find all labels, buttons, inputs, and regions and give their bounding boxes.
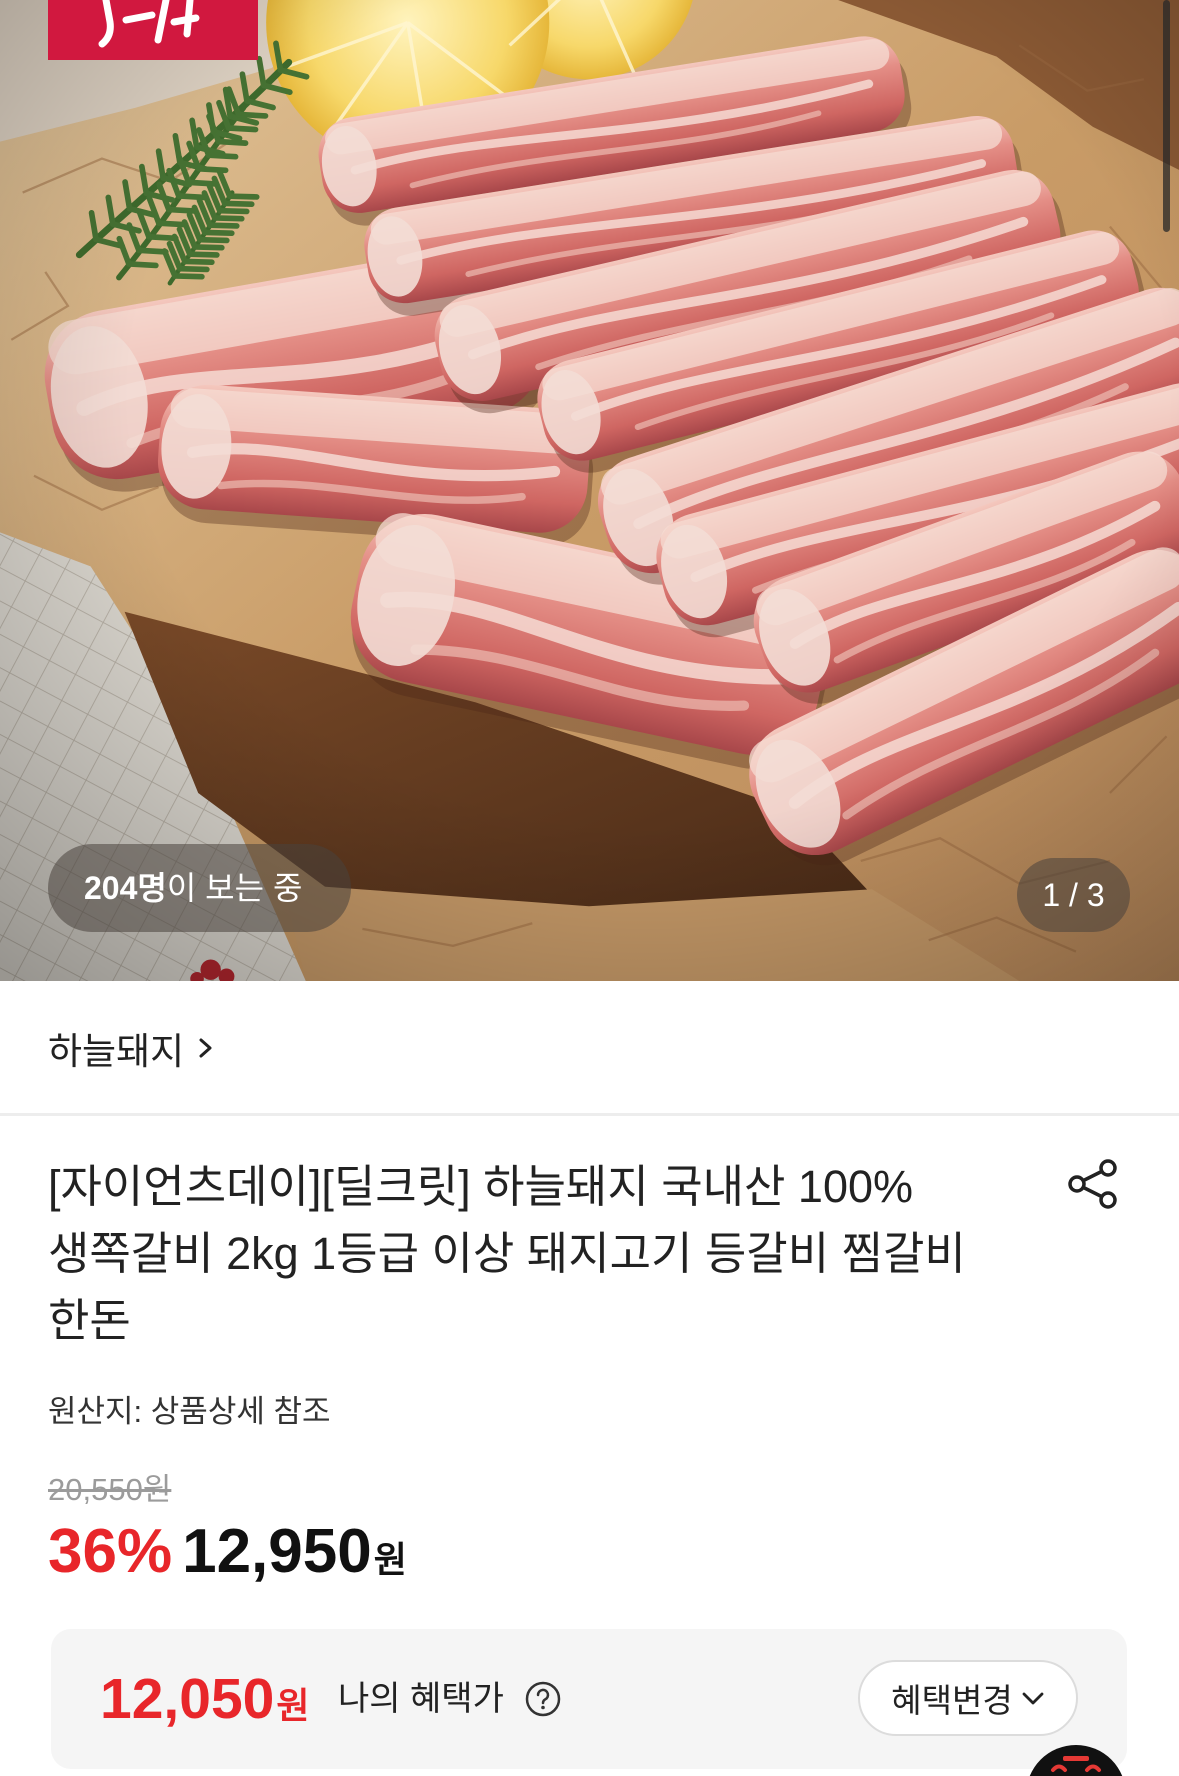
sale-price-unit: 원 (373, 1539, 407, 1580)
discount-rate: 36% (48, 1517, 173, 1586)
share-button[interactable] (1066, 1157, 1120, 1211)
image-page-indicator: 1 / 3 (1017, 858, 1130, 932)
product-title: [자이언츠데이][딜크릿] 하늘돼지 국내산 100% 생쪽갈비 2kg 1등급… (48, 1153, 1053, 1354)
product-title-line: [자이언츠데이][딜크릿] 하늘돼지 국내산 100% (48, 1161, 914, 1212)
benefit-price: 12,050원 (100, 1629, 309, 1769)
change-benefit-button[interactable]: 혜택변경 (858, 1660, 1078, 1736)
benefit-price-unit: 원 (276, 1685, 310, 1726)
chevron-down-icon (1022, 1692, 1044, 1705)
store-name: 하늘돼지 (48, 1031, 185, 1072)
viewer-count: 204명 (84, 870, 167, 906)
benefit-price-value: 12,050 (100, 1667, 275, 1731)
live-viewer-badge: 204명이 보는 중 (48, 844, 351, 932)
question-circle-icon (525, 1681, 561, 1717)
benefit-help-button[interactable] (524, 1680, 562, 1718)
benefit-price-label: 나의 혜택가 (338, 1680, 504, 1718)
original-price: 20,550원 (48, 1472, 172, 1507)
scrollbar[interactable] (1163, 0, 1170, 232)
product-title-line: 생쪽갈비 2kg 1등급 이상 돼지고기 등갈비 찜갈비 (48, 1228, 966, 1279)
floating-button[interactable] (1025, 1744, 1127, 1776)
product-photo (0, 0, 1179, 981)
my-benefit-price-box: 12,050원 나의 혜택가 혜택변경 (51, 1629, 1127, 1769)
product-title-line: 한돈 (48, 1295, 131, 1346)
brand-logo (48, 0, 258, 60)
price-row: 36% 12,950원 (48, 1512, 407, 1592)
brand-logo-mark (98, 0, 200, 48)
share-icon (1068, 1159, 1117, 1209)
floating-button-icon (1029, 1745, 1123, 1776)
change-benefit-label: 혜택변경 (891, 1682, 1013, 1719)
sale-price: 12,950 (182, 1517, 372, 1586)
section-divider (0, 1113, 1179, 1116)
chevron-right-icon (199, 1038, 212, 1058)
photo-vignette (0, 0, 1179, 981)
store-link[interactable]: 하늘돼지 (48, 1018, 216, 1078)
product-detail-page: 204명이 보는 중 1 / 3 하늘돼지 [자이언츠데이][딜크릿] 하늘돼지… (0, 0, 1179, 1776)
product-image-carousel[interactable]: 204명이 보는 중 1 / 3 (0, 0, 1179, 981)
origin-info: 원산지: 상품상세 참조 (48, 1394, 331, 1429)
viewer-label: 이 보는 중 (166, 870, 303, 906)
